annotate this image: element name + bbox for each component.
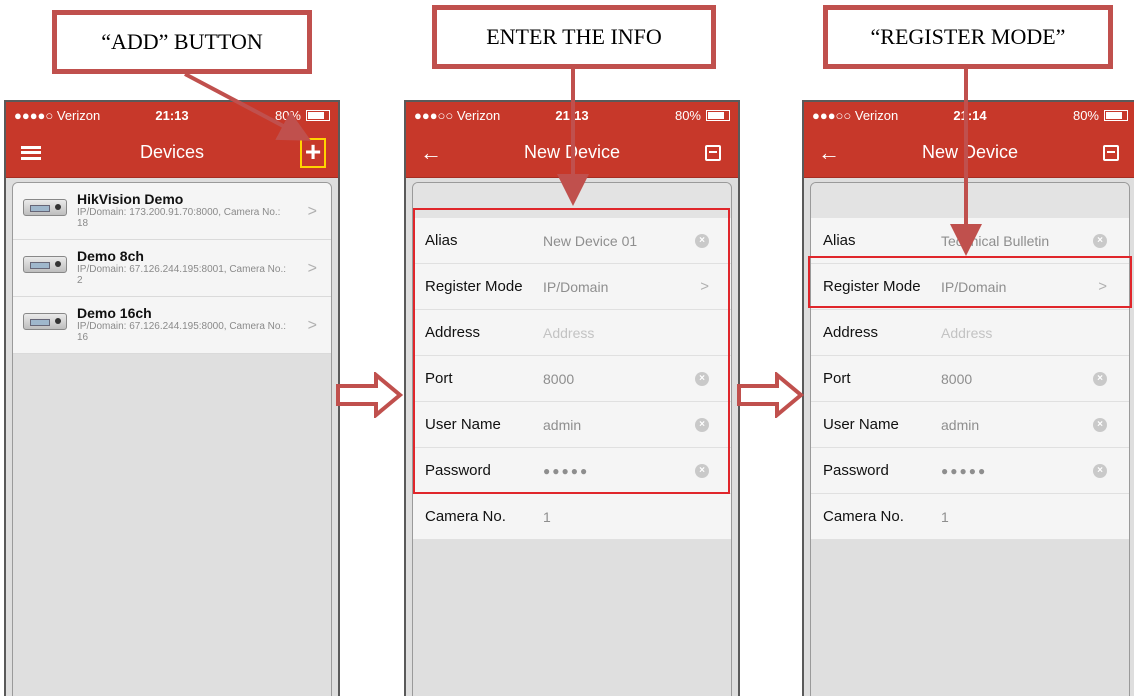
battery-icon xyxy=(1104,109,1128,121)
menu-icon xyxy=(21,145,41,160)
device-list-item[interactable]: HikVision Demo IP/Domain: 173.200.91.70:… xyxy=(13,183,331,240)
device-name: HikVision Demo xyxy=(77,191,184,207)
dvr-device-icon xyxy=(23,313,67,330)
dvr-device-icon xyxy=(23,256,67,273)
status-bar: ●●●○○ Verizon 21:14 80% xyxy=(804,102,1134,128)
nav-bar: ← New Device xyxy=(804,128,1134,178)
battery-percent: 80% xyxy=(1072,107,1099,123)
carrier-label: ●●●○○ Verizon xyxy=(812,107,899,123)
battery-icon xyxy=(306,109,330,121)
callout-add-text: “ADD” BUTTON xyxy=(101,29,263,54)
field-label: Camera No. xyxy=(425,508,506,525)
battery-icon xyxy=(706,109,730,121)
field-value[interactable]: admin xyxy=(941,417,979,433)
form-spacer xyxy=(811,183,1129,218)
battery-percent: 80% xyxy=(674,107,701,123)
dvr-device-icon xyxy=(23,199,67,216)
form-highlight-box xyxy=(413,208,730,494)
add-device-button[interactable]: + xyxy=(300,137,326,168)
device-list: HikVision Demo IP/Domain: 173.200.91.70:… xyxy=(12,182,332,696)
page-title: New Device xyxy=(921,142,1019,162)
callout-enter-info: ENTER THE INFO xyxy=(432,5,716,69)
add-icon: + xyxy=(300,137,326,168)
clear-icon[interactable]: × xyxy=(1093,463,1107,478)
flow-arrow-1 xyxy=(336,372,404,418)
device-name: Demo 8ch xyxy=(77,248,144,264)
save-icon xyxy=(1103,144,1119,161)
field-value[interactable]: ●●●●● xyxy=(941,464,987,478)
field-label: Alias xyxy=(823,232,856,249)
save-button[interactable] xyxy=(700,140,726,166)
save-button[interactable] xyxy=(1098,140,1124,166)
field-label: Camera No. xyxy=(823,508,904,525)
status-right: 80% xyxy=(275,108,330,123)
device-name: Demo 16ch xyxy=(77,305,152,321)
callout-add-button: “ADD” BUTTON xyxy=(52,10,312,74)
carrier-label: ●●●●○ Verizon xyxy=(14,107,101,123)
callout-register-mode: “REGISTER MODE” xyxy=(823,5,1113,69)
callout-enter-text: ENTER THE INFO xyxy=(486,24,662,49)
callout-register-text: “REGISTER MODE” xyxy=(870,24,1066,49)
phone-register-mode-screen: ●●●○○ Verizon 21:14 80% ← New Device Ali… xyxy=(802,100,1134,696)
status-bar: ●●●●○ Verizon 21:13 80% xyxy=(6,102,338,128)
back-arrow-icon: ← xyxy=(420,139,442,165)
clock-label: 21:13 xyxy=(555,107,589,123)
page-title: Devices xyxy=(139,142,205,162)
flow-arrow-2 xyxy=(737,372,805,418)
chevron-right-icon: > xyxy=(307,203,317,220)
carrier-label: ●●●○○ Verizon xyxy=(414,107,501,123)
status-right: 80% xyxy=(1073,108,1128,123)
page-title: New Device xyxy=(523,142,621,162)
status-bar: ●●●○○ Verizon 21:13 80% xyxy=(406,102,738,128)
port-field[interactable]: Port 8000 × xyxy=(811,356,1129,402)
device-list-item[interactable]: Demo 16ch IP/Domain: 67.126.244.195:8000… xyxy=(13,297,331,354)
clear-icon[interactable]: × xyxy=(1093,417,1107,432)
user-name-field[interactable]: User Name admin × xyxy=(811,402,1129,448)
field-label: User Name xyxy=(823,416,899,433)
save-icon xyxy=(705,144,721,161)
field-label: Port xyxy=(823,370,851,387)
back-arrow-icon: ← xyxy=(818,139,840,165)
field-value[interactable]: 1 xyxy=(941,509,949,525)
clock-label: 21:13 xyxy=(155,107,189,123)
field-value[interactable]: 8000 xyxy=(941,371,972,387)
field-value[interactable]: 1 xyxy=(543,509,551,525)
clock-label: 21:14 xyxy=(953,107,987,123)
chevron-right-icon: > xyxy=(307,317,317,334)
field-label: Address xyxy=(823,324,879,341)
back-button[interactable]: ← xyxy=(816,140,842,166)
camera-no-field[interactable]: Camera No. 1 xyxy=(413,494,731,540)
nav-bar: Devices + xyxy=(6,128,338,178)
field-value[interactable]: Technical Bulletin xyxy=(941,233,1049,249)
register-mode-highlight-box xyxy=(808,256,1132,308)
back-button[interactable]: ← xyxy=(418,140,444,166)
nav-bar: ← New Device xyxy=(406,128,738,178)
chevron-right-icon: > xyxy=(307,260,317,277)
device-list-item[interactable]: Demo 8ch IP/Domain: 67.126.244.195:8001,… xyxy=(13,240,331,297)
address-field[interactable]: Address Address xyxy=(811,310,1129,356)
clear-icon[interactable]: × xyxy=(1093,233,1107,248)
field-label: Password xyxy=(823,462,889,479)
password-field[interactable]: Password ●●●●● × xyxy=(811,448,1129,494)
device-details: IP/Domain: 173.200.91.70:8000, Camera No… xyxy=(77,207,281,229)
menu-button[interactable] xyxy=(18,140,44,166)
battery-percent: 80% xyxy=(274,107,301,123)
clear-icon[interactable]: × xyxy=(1093,371,1107,386)
phone-devices-screen: ●●●●○ Verizon 21:13 80% Devices + HikVis… xyxy=(4,100,340,696)
device-details: IP/Domain: 67.126.244.195:8000, Camera N… xyxy=(77,321,287,343)
field-placeholder[interactable]: Address xyxy=(941,325,992,341)
camera-no-field[interactable]: Camera No. 1 xyxy=(811,494,1129,540)
status-right: 80% xyxy=(675,108,730,123)
device-details: IP/Domain: 67.126.244.195:8001, Camera N… xyxy=(77,264,287,286)
